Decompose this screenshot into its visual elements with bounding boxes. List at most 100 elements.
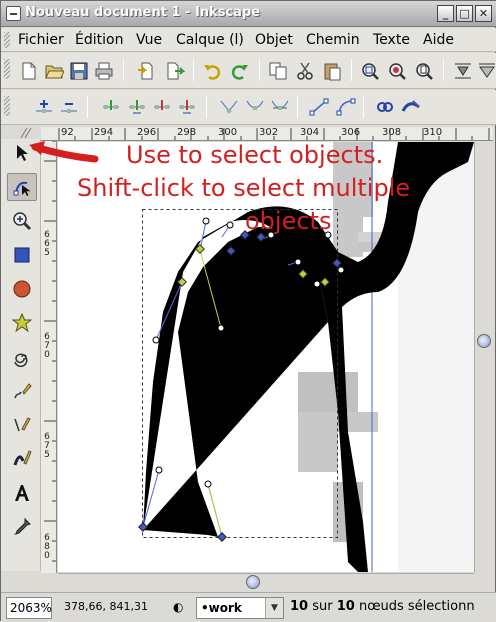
pencil-icon[interactable] — [7, 377, 37, 405]
ruler-label: 296 — [137, 127, 157, 138]
zoom-page-icon[interactable] — [413, 60, 435, 82]
zoom-icon[interactable] — [7, 207, 37, 235]
maximize-button[interactable]: □ — [456, 5, 473, 22]
object-to-path-icon[interactable] — [400, 96, 422, 118]
dropper-icon[interactable] — [7, 513, 37, 541]
window-menu-icon[interactable] — [6, 6, 21, 21]
ruler-label: 300 — [218, 127, 238, 138]
break-path-icon[interactable] — [126, 96, 148, 118]
status-message: 10 sur 10 nœuds sélectionn — [290, 597, 475, 619]
star-icon[interactable] — [7, 309, 37, 337]
close-icon: ✕ — [478, 7, 489, 20]
inkscape-window: Nouveau document 1 - Inkscape _ □ ✕ Fich… — [0, 0, 496, 622]
text-icon[interactable] — [7, 479, 37, 507]
spiral-icon[interactable] — [7, 343, 37, 371]
symmetric-node-icon[interactable] — [269, 96, 291, 118]
menu-calque[interactable]: Calque (l) — [176, 32, 244, 48]
status-sur: sur — [312, 599, 333, 614]
vertical-scroll-thumb[interactable] — [477, 334, 491, 348]
save-icon[interactable] — [68, 60, 90, 82]
annotation-line3: objects — [245, 207, 332, 235]
zoom-selection-icon[interactable] — [359, 60, 381, 82]
calligraphy-icon[interactable] — [7, 445, 37, 473]
ruler-label: 310 — [423, 127, 443, 138]
menu-chemin[interactable]: Chemin — [306, 32, 360, 48]
toolbox — [1, 139, 41, 571]
undo-icon[interactable] — [201, 60, 223, 82]
window-title: Nouveau document 1 - Inkscape — [25, 5, 261, 20]
rectangle-icon[interactable] — [7, 241, 37, 269]
ruler-label: 304 — [300, 127, 320, 138]
menu-edition[interactable]: Édition — [75, 32, 123, 48]
stroke-to-path-icon[interactable] — [374, 96, 396, 118]
cusp-node-icon[interactable] — [218, 96, 240, 118]
insert-node-icon[interactable] — [33, 96, 55, 118]
annotation-arrow — [29, 141, 99, 163]
menu-fichier[interactable]: Fichier — [18, 32, 64, 48]
new-icon[interactable] — [18, 60, 40, 82]
menu-texte[interactable]: Texte — [373, 32, 410, 48]
chevron-down-icon: ▼ — [265, 598, 283, 618]
join-nodes-icon[interactable] — [100, 96, 122, 118]
open-icon[interactable] — [43, 60, 65, 82]
zoom-drawing-icon[interactable] — [386, 60, 408, 82]
menu-vue[interactable]: Vue — [136, 32, 162, 48]
copy-icon[interactable] — [267, 60, 289, 82]
layer-select-value: •work — [201, 601, 242, 615]
menu-aide[interactable]: Aide — [423, 32, 454, 48]
ruler-label: 294 — [94, 127, 114, 138]
horizontal-scroll-thumb[interactable] — [246, 575, 260, 589]
pen-icon[interactable] — [7, 411, 37, 439]
ruler-label: 670 — [44, 332, 50, 360]
horizontal-scrollbar[interactable] — [58, 573, 474, 590]
print-icon[interactable] — [93, 60, 115, 82]
paste-icon[interactable] — [321, 60, 343, 82]
status-bar: 2063% 378,66, 841,31 ◐ •work ▼ 10 sur 10… — [1, 592, 496, 622]
delete-segment-icon[interactable] — [176, 96, 198, 118]
vertical-scrollbar[interactable] — [474, 142, 492, 572]
vertical-ruler[interactable]: 665 670 675 680 — [41, 141, 57, 573]
ruler-label: 298 — [177, 127, 197, 138]
ruler-label: 308 — [382, 127, 402, 138]
menu-objet[interactable]: Objet — [255, 32, 293, 48]
minimize-icon: _ — [442, 7, 449, 20]
ruler-label: 675 — [44, 432, 50, 460]
zoom-field[interactable]: 2063% — [6, 597, 52, 619]
toolbar-grip[interactable] — [4, 59, 10, 79]
cursor-coordinates: 378,66, 841,31 — [64, 600, 148, 613]
toolbar-grip[interactable] — [4, 96, 10, 116]
title-bar[interactable]: Nouveau document 1 - Inkscape _ □ ✕ — [1, 1, 496, 27]
menubar-grip[interactable] — [4, 32, 10, 48]
minimize-button[interactable]: _ — [437, 5, 454, 22]
menu-bar: Fichier Édition Vue Calque (l) Objet Che… — [1, 28, 496, 52]
node-controls-toolbar — [1, 90, 496, 125]
line-segment-icon[interactable] — [308, 96, 330, 118]
layer-select[interactable]: •work ▼ — [196, 597, 284, 619]
ruler-label: 306 — [341, 127, 361, 138]
commands-toolbar — [1, 53, 496, 89]
smooth-node-icon[interactable] — [244, 96, 266, 118]
layer-visibility-icon[interactable]: ◐ — [173, 597, 183, 619]
join-segment-icon[interactable] — [151, 96, 173, 118]
delete-node-icon[interactable] — [58, 96, 80, 118]
align-icon[interactable] — [452, 60, 474, 82]
distribute-icon[interactable] — [476, 60, 496, 82]
import-icon[interactable] — [135, 60, 157, 82]
curve-segment-icon[interactable] — [335, 96, 357, 118]
status-suffix: nœuds sélectionn — [358, 599, 475, 614]
annotation-line2: Shift-click to select multiple — [77, 174, 411, 202]
ruler-label: 92 — [61, 127, 74, 138]
redo-icon[interactable] — [229, 60, 251, 82]
total-count: 10 — [336, 599, 355, 614]
ruler-label: 680 — [44, 533, 50, 561]
close-button[interactable]: ✕ — [475, 5, 492, 22]
ellipse-icon[interactable] — [7, 275, 37, 303]
ruler-label: 302 — [259, 127, 279, 138]
selected-count: 10 — [290, 599, 309, 614]
export-icon[interactable] — [164, 60, 186, 82]
cut-icon[interactable] — [294, 60, 316, 82]
ruler-label: 665 — [44, 230, 50, 258]
ruler-corner — [15, 125, 41, 139]
annotation-line1: Use to select objects. — [126, 141, 384, 169]
maximize-icon: □ — [459, 7, 470, 20]
